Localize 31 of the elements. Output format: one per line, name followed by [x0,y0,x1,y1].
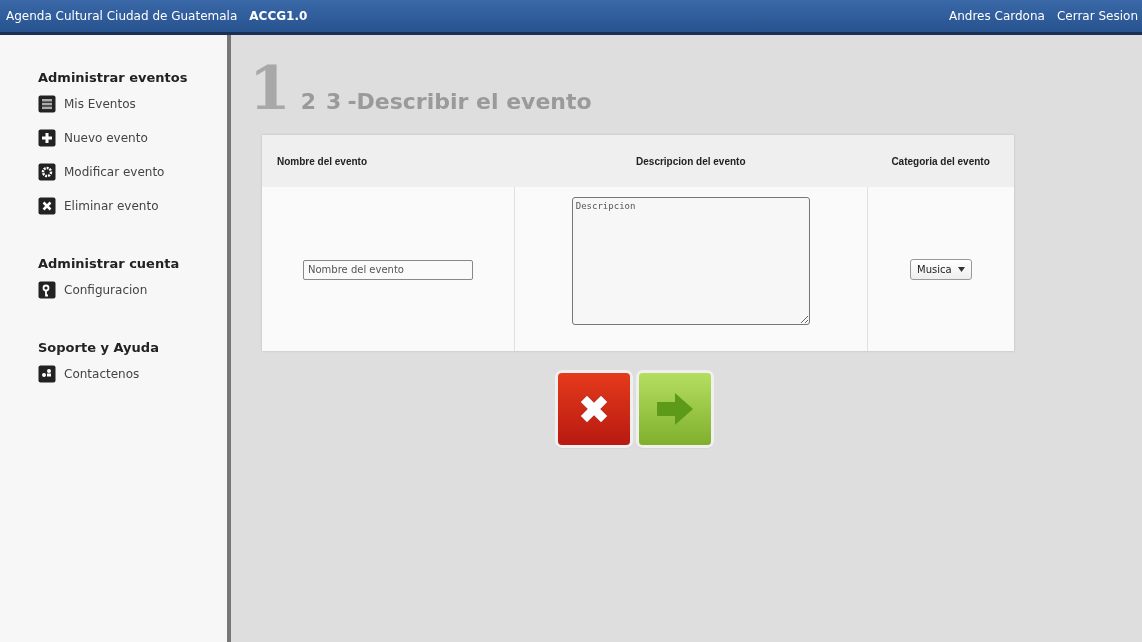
column-header: Categoria del evento [867,135,1014,187]
category-dropdown[interactable]: Musica [910,259,972,280]
column-header: Nombre del evento [262,135,515,187]
column-header: Descripcion del evento [514,135,868,187]
key-icon [38,281,56,299]
step-number: 3 [326,89,342,114]
step-title: -Describir el evento [347,89,592,114]
people-icon [38,365,56,383]
user-name: Andres Cardona [949,9,1045,23]
caret-icon [957,267,965,272]
section-heading: Administrar eventos [38,70,188,85]
list-icon [38,95,56,113]
cancel-button[interactable] [558,373,630,445]
plus-icon [38,129,56,147]
menu-item[interactable]: Mis Eventos [38,87,136,121]
event-name-field[interactable]: Nombre del evento [302,259,473,280]
menu-item[interactable]: Eliminar evento [38,189,159,223]
logout-link[interactable]: Cerrar Sesion [1056,9,1138,23]
app-version: ACCG1.0 [249,9,308,23]
menu-item[interactable]: Modificar evento [38,155,165,189]
menu-item[interactable]: Contactenos [38,357,140,391]
menu-item[interactable]: Nuevo evento [38,121,148,155]
description-field[interactable]: Descripcion [571,197,810,325]
close-icon [38,197,56,215]
gear-icon [38,163,56,181]
menu-item[interactable]: Configuracion [38,273,148,307]
arrow-right-icon [655,391,695,427]
step-number: 2 [300,89,317,114]
app-title: Agenda Cultural Ciudad de Guatemala [6,9,238,23]
section-heading: Administrar cuenta [38,256,180,271]
section-heading: Soporte y Ayuda [38,340,159,355]
